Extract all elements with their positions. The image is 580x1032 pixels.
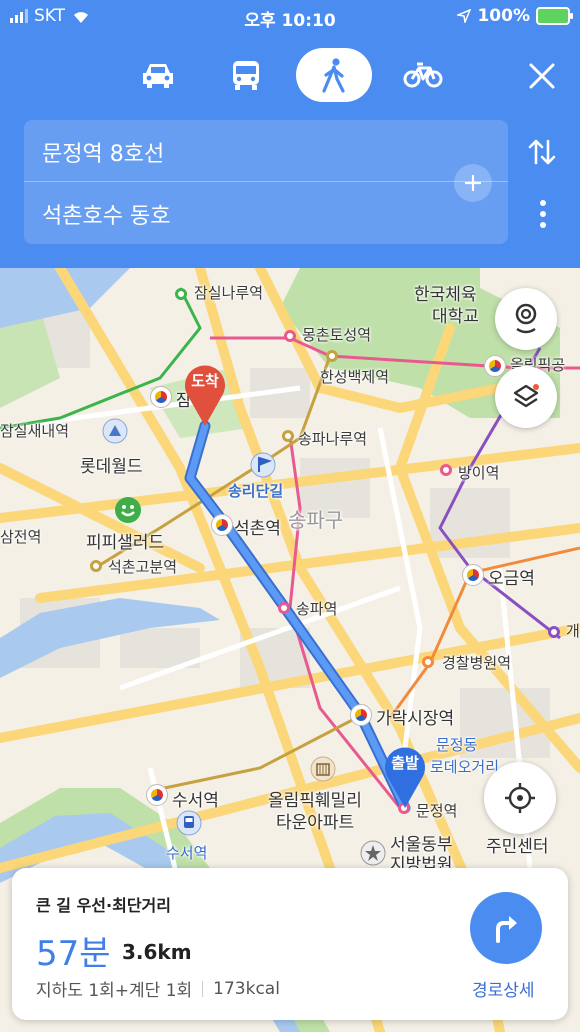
start-navigation-button[interactable] — [470, 892, 542, 964]
transfer-station-marker[interactable] — [211, 514, 233, 536]
map-label: 잠실나루역 — [194, 284, 264, 302]
arrival-pin[interactable]: 도착 — [180, 358, 230, 428]
turn-right-arrow-icon — [496, 916, 517, 943]
map-label: 오금역 — [488, 569, 535, 589]
mode-car-button[interactable] — [120, 48, 196, 102]
walk-icon — [322, 58, 345, 93]
route-divider — [24, 181, 508, 182]
route-distance: 3.6km — [122, 940, 192, 964]
bus-icon — [233, 61, 259, 90]
current-location-button[interactable] — [484, 762, 556, 834]
station-marker[interactable] — [282, 430, 294, 442]
station-marker[interactable] — [278, 602, 290, 614]
station-marker[interactable] — [90, 560, 102, 572]
status-bar: SKT 오후 10:10 100% — [0, 0, 580, 34]
station-marker[interactable] — [284, 330, 296, 342]
map-label: 경찰병원역 — [442, 654, 512, 672]
map-label: 송파나루역 — [298, 430, 368, 448]
battery-percent: 100% — [477, 6, 530, 26]
route-fields: 문정역 8호선 석촌호수 동호 — [24, 120, 508, 244]
district-label: 송파구 — [288, 508, 344, 532]
transfer-station-marker[interactable] — [462, 564, 484, 586]
route-detail-link[interactable]: 경로상세 — [472, 976, 535, 1001]
departure-pin[interactable]: 출발 — [380, 740, 430, 810]
mode-bus-button[interactable] — [208, 48, 284, 102]
add-waypoint-button[interactable] — [454, 164, 492, 202]
route-header: SKT 오후 10:10 100% 문정역 8호선 석촌호수 동호 — [0, 0, 580, 268]
map-label: 몽촌토성역 — [302, 326, 372, 344]
map-label: 송파역 — [296, 600, 338, 618]
arrival-pin-label: 도착 — [191, 372, 219, 390]
street-view-icon — [515, 303, 537, 334]
layers-icon — [513, 384, 539, 408]
mode-walk-button[interactable] — [296, 48, 372, 102]
map-label: 삼전역 — [0, 528, 42, 546]
route-type: 큰 길 우선·최단거리 — [36, 896, 171, 915]
location-arrow-icon — [457, 9, 472, 23]
map-label: 로데오거리 — [430, 758, 500, 776]
station-marker[interactable] — [440, 464, 452, 476]
swap-route-button[interactable] — [522, 132, 562, 172]
close-button[interactable] — [522, 56, 562, 96]
amusement-park-icon — [102, 418, 128, 444]
origin-input[interactable]: 문정역 8호선 — [42, 136, 164, 168]
map-label: 타운아파트 — [276, 813, 355, 833]
street-view-button[interactable] — [495, 288, 557, 350]
bike-icon — [403, 62, 443, 88]
mode-bike-button[interactable] — [385, 48, 461, 102]
more-options-button[interactable] — [528, 194, 558, 234]
building-icon — [310, 756, 336, 782]
station-marker[interactable] — [326, 350, 338, 362]
close-icon — [529, 63, 555, 89]
more-vertical-icon — [540, 200, 546, 228]
transport-modes — [0, 48, 580, 102]
map-label: 수서역 — [172, 791, 219, 811]
transfer-station-marker[interactable] — [146, 784, 168, 806]
map-label: 주민센터 — [486, 837, 549, 857]
restaurant-smile-icon — [115, 497, 141, 523]
transfer-station-marker[interactable] — [350, 704, 372, 726]
route-summary-card[interactable]: 큰 길 우선·최단거리 57분 3.6km 지하도 1회+계단 1회 173kc… — [12, 868, 568, 1020]
meta-divider — [202, 980, 204, 997]
train-icon — [176, 810, 202, 836]
map-layers-button[interactable] — [495, 366, 557, 428]
map-label: 석촌고분역 — [108, 558, 178, 576]
route-time: 57분 — [36, 934, 111, 974]
map-label: 롯데월드 — [80, 457, 143, 477]
map-label: 잠실새내역 — [0, 422, 70, 440]
map-label: 방이역 — [458, 464, 500, 482]
plus-icon — [465, 175, 481, 191]
map-label: 한성백제역 — [320, 368, 390, 386]
crosshair-icon — [505, 783, 535, 813]
map-label: 송리단길 — [228, 482, 284, 500]
route-meta: 지하도 1회+계단 1회 173kcal — [36, 976, 280, 1002]
battery-icon — [536, 7, 573, 25]
route-transfers: 지하도 1회+계단 1회 — [36, 981, 193, 1001]
route-calories: 173kcal — [213, 978, 280, 999]
map-label: 피피샐러드 — [86, 533, 165, 553]
station-marker[interactable] — [175, 288, 187, 300]
map-label: 문정동 — [436, 736, 478, 754]
destination-input[interactable]: 석촌호수 동호 — [42, 198, 170, 230]
transfer-station-marker[interactable] — [150, 386, 172, 408]
station-marker[interactable] — [548, 626, 560, 638]
transfer-station-marker[interactable] — [484, 355, 506, 377]
map-label: 석촌역 — [234, 519, 281, 539]
map-label: 대학교 — [432, 307, 479, 327]
car-icon — [143, 64, 173, 88]
map-label: 개 — [566, 622, 580, 640]
map-label: 수서역 — [166, 844, 208, 862]
flag-icon — [250, 452, 276, 478]
government-icon — [360, 840, 386, 866]
map-label: 가락시장역 — [376, 709, 455, 729]
swap-icon — [528, 139, 556, 165]
departure-pin-label: 출발 — [391, 754, 419, 772]
station-marker[interactable] — [422, 656, 434, 668]
